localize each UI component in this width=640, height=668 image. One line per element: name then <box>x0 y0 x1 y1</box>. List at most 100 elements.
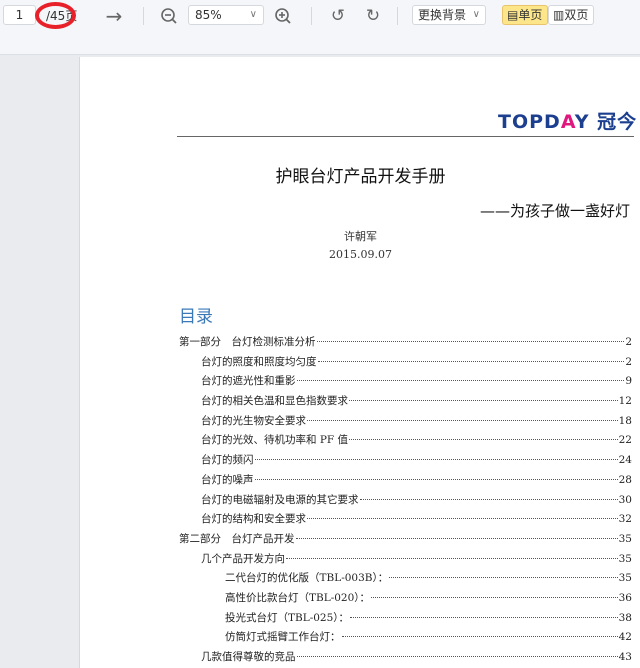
header-rule <box>177 136 634 137</box>
toc-entry-label: 投光式台灯（TBL-025）： <box>225 611 350 624</box>
document-subtitle: ——为孩子做一盏好灯 <box>479 202 630 220</box>
divider <box>143 7 144 25</box>
table-of-contents: 第一部分 台灯检测标准分析 2 台灯的照度和照度均匀度 2 台灯的遮光性和重影 9 台灯的相… <box>179 333 632 668</box>
toc-entry-page: 24 <box>618 454 632 467</box>
document-title: 护眼台灯产品开发手册 <box>275 167 446 187</box>
toc-entry-label: 台灯的相关色温和显色指数要求 <box>201 395 348 408</box>
toc-entry-label: 几个产品开发方向 <box>201 552 285 565</box>
dot-leader <box>296 656 618 657</box>
toc-entry-label: 台灯的光效、待机功率和 PF 值 <box>201 434 349 447</box>
toc-entry[interactable]: 台灯的噪声 28 <box>179 471 632 491</box>
double-page-button[interactable]: ▥双页 <box>548 5 594 25</box>
dot-leader <box>341 636 618 638</box>
toc-entry[interactable]: 台灯的光效、待机功率和 PF 值 22 <box>179 431 632 451</box>
go-arrow-icon[interactable]: → <box>103 4 125 28</box>
single-page-icon: ▤ <box>507 8 519 22</box>
divider <box>311 7 312 25</box>
red-circle-annotation <box>35 2 76 29</box>
dot-leader <box>349 400 618 402</box>
single-page-label: 单页 <box>518 8 543 22</box>
toc-entry[interactable]: 几款值得尊敬的竞品 43 <box>179 648 632 668</box>
zoom-out-icon[interactable] <box>158 5 180 27</box>
document-page: TOPDAY 冠今 护眼台灯产品开发手册 ——为孩子做一盏好灯 许朝军 2015… <box>79 57 640 668</box>
dot-leader <box>316 341 625 342</box>
toc-entry-label: 台灯的频闪 <box>201 454 254 467</box>
toc-entry-label: 台灯的噪声 <box>201 473 254 486</box>
toc-entry-label: 第二部分 台灯产品开发 <box>179 532 295 545</box>
toc-entry-label: 高性价比款台灯（TBL-020）： <box>225 591 371 604</box>
toc-entry-label: 第一部分 台灯检测标准分析 <box>179 336 316 348</box>
toc-entry[interactable]: 台灯的照度和照度均匀度 2 <box>179 353 632 373</box>
dot-leader <box>286 557 618 559</box>
dot-leader <box>350 616 618 618</box>
dot-leader <box>359 498 618 500</box>
dot-leader <box>295 537 618 539</box>
dot-leader <box>307 518 618 520</box>
toc-entry-page: 36 <box>618 591 632 604</box>
dot-leader <box>349 439 618 441</box>
toc-entry[interactable]: 台灯的光生物安全要求 18 <box>179 412 632 432</box>
toolbar: 1 /45页 → 85% ∨ ↺ ↻ 更换背景 ∨ ▤单页 ▥双页 <box>0 0 640 32</box>
toc-entry-page: 30 <box>618 493 632 506</box>
toc-entry-page: 9 <box>625 375 632 388</box>
topday-logo: TOPDAY 冠今 <box>498 111 638 133</box>
toc-entry-page: 18 <box>618 414 632 427</box>
double-page-icon: ▥ <box>553 8 565 22</box>
toc-entry[interactable]: 台灯的遮光性和重影 9 <box>179 372 632 392</box>
chevron-down-icon: ∨ <box>472 9 480 20</box>
zoom-in-icon[interactable] <box>272 5 294 27</box>
zoom-select[interactable]: 85% ∨ <box>188 5 264 25</box>
toc-entry-label: 仿筒灯式摇臂工作台灯： <box>225 631 341 644</box>
toc-entry-label: 台灯的遮光性和重影 <box>201 375 296 388</box>
toc-entry-label: 台灯的结构和安全要求 <box>201 513 306 526</box>
document-author: 许朝军 <box>344 230 377 243</box>
rotate-right-icon[interactable]: ↻ <box>362 5 384 27</box>
toc-entry-label: 二代台灯的优化版（TBL-003B）： <box>225 572 389 585</box>
toc-entry-label: 台灯的照度和照度均匀度 <box>201 355 317 368</box>
dot-leader <box>317 360 625 362</box>
toc-entry-page: 2 <box>625 355 632 368</box>
toc-entry[interactable]: 高性价比款台灯（TBL-020）： 36 <box>179 589 632 609</box>
toc-entry-page: 42 <box>618 631 632 644</box>
toc-entry-page: 35 <box>618 572 632 585</box>
page-number-input[interactable]: 1 <box>3 5 36 25</box>
toc-entry[interactable]: 台灯的结构和安全要求 32 <box>179 510 632 530</box>
toc-entry[interactable]: 台灯的相关色温和显色指数要求 12 <box>179 392 632 412</box>
dot-leader <box>254 459 618 461</box>
dot-leader <box>389 577 618 579</box>
toc-entry-label: 几款值得尊敬的竞品 <box>201 651 296 663</box>
secondary-bar <box>0 32 640 55</box>
toc-entry[interactable]: 台灯的电磁辐射及电源的其它要求 30 <box>179 491 632 511</box>
rotate-left-icon[interactable]: ↺ <box>327 5 349 27</box>
toc-entry-page: 2 <box>625 336 632 348</box>
toc-heading: 目录 <box>179 307 213 327</box>
divider <box>397 7 398 25</box>
toc-entry-page: 12 <box>618 395 632 408</box>
toc-entry-page: 32 <box>618 513 632 526</box>
toc-entry-page: 28 <box>618 473 632 486</box>
toc-entry-label: 台灯的电磁辐射及电源的其它要求 <box>201 493 359 506</box>
toc-entry[interactable]: 第一部分 台灯检测标准分析 2 <box>179 333 632 353</box>
single-page-button[interactable]: ▤单页 <box>502 5 548 25</box>
dot-leader <box>254 478 618 480</box>
document-date: 2015.09.07 <box>329 248 392 261</box>
toc-entry-page: 35 <box>618 532 632 545</box>
toc-entry[interactable]: 台灯的频闪 24 <box>179 451 632 471</box>
dot-leader <box>371 596 618 598</box>
toc-entry[interactable]: 几个产品开发方向 35 <box>179 550 632 570</box>
dot-leader <box>296 380 625 382</box>
toc-entry[interactable]: 仿筒灯式摇臂工作台灯： 42 <box>179 628 632 648</box>
dot-leader <box>307 419 618 421</box>
change-background-label: 更换背景 <box>418 8 467 22</box>
toc-entry[interactable]: 投光式台灯（TBL-025）： 38 <box>179 609 632 629</box>
double-page-label: 双页 <box>564 8 589 22</box>
zoom-value: 85% <box>195 8 222 22</box>
toc-entry-page: 35 <box>618 552 632 565</box>
toc-entry[interactable]: 二代台灯的优化版（TBL-003B）： 35 <box>179 569 632 589</box>
chevron-down-icon: ∨ <box>249 9 257 20</box>
toc-entry-page: 22 <box>618 434 632 447</box>
toc-entry-page: 38 <box>618 611 632 624</box>
toc-entry-page: 43 <box>618 651 632 663</box>
change-background-button[interactable]: 更换背景 ∨ <box>412 5 486 25</box>
toc-entry[interactable]: 第二部分 台灯产品开发 35 <box>179 530 632 550</box>
